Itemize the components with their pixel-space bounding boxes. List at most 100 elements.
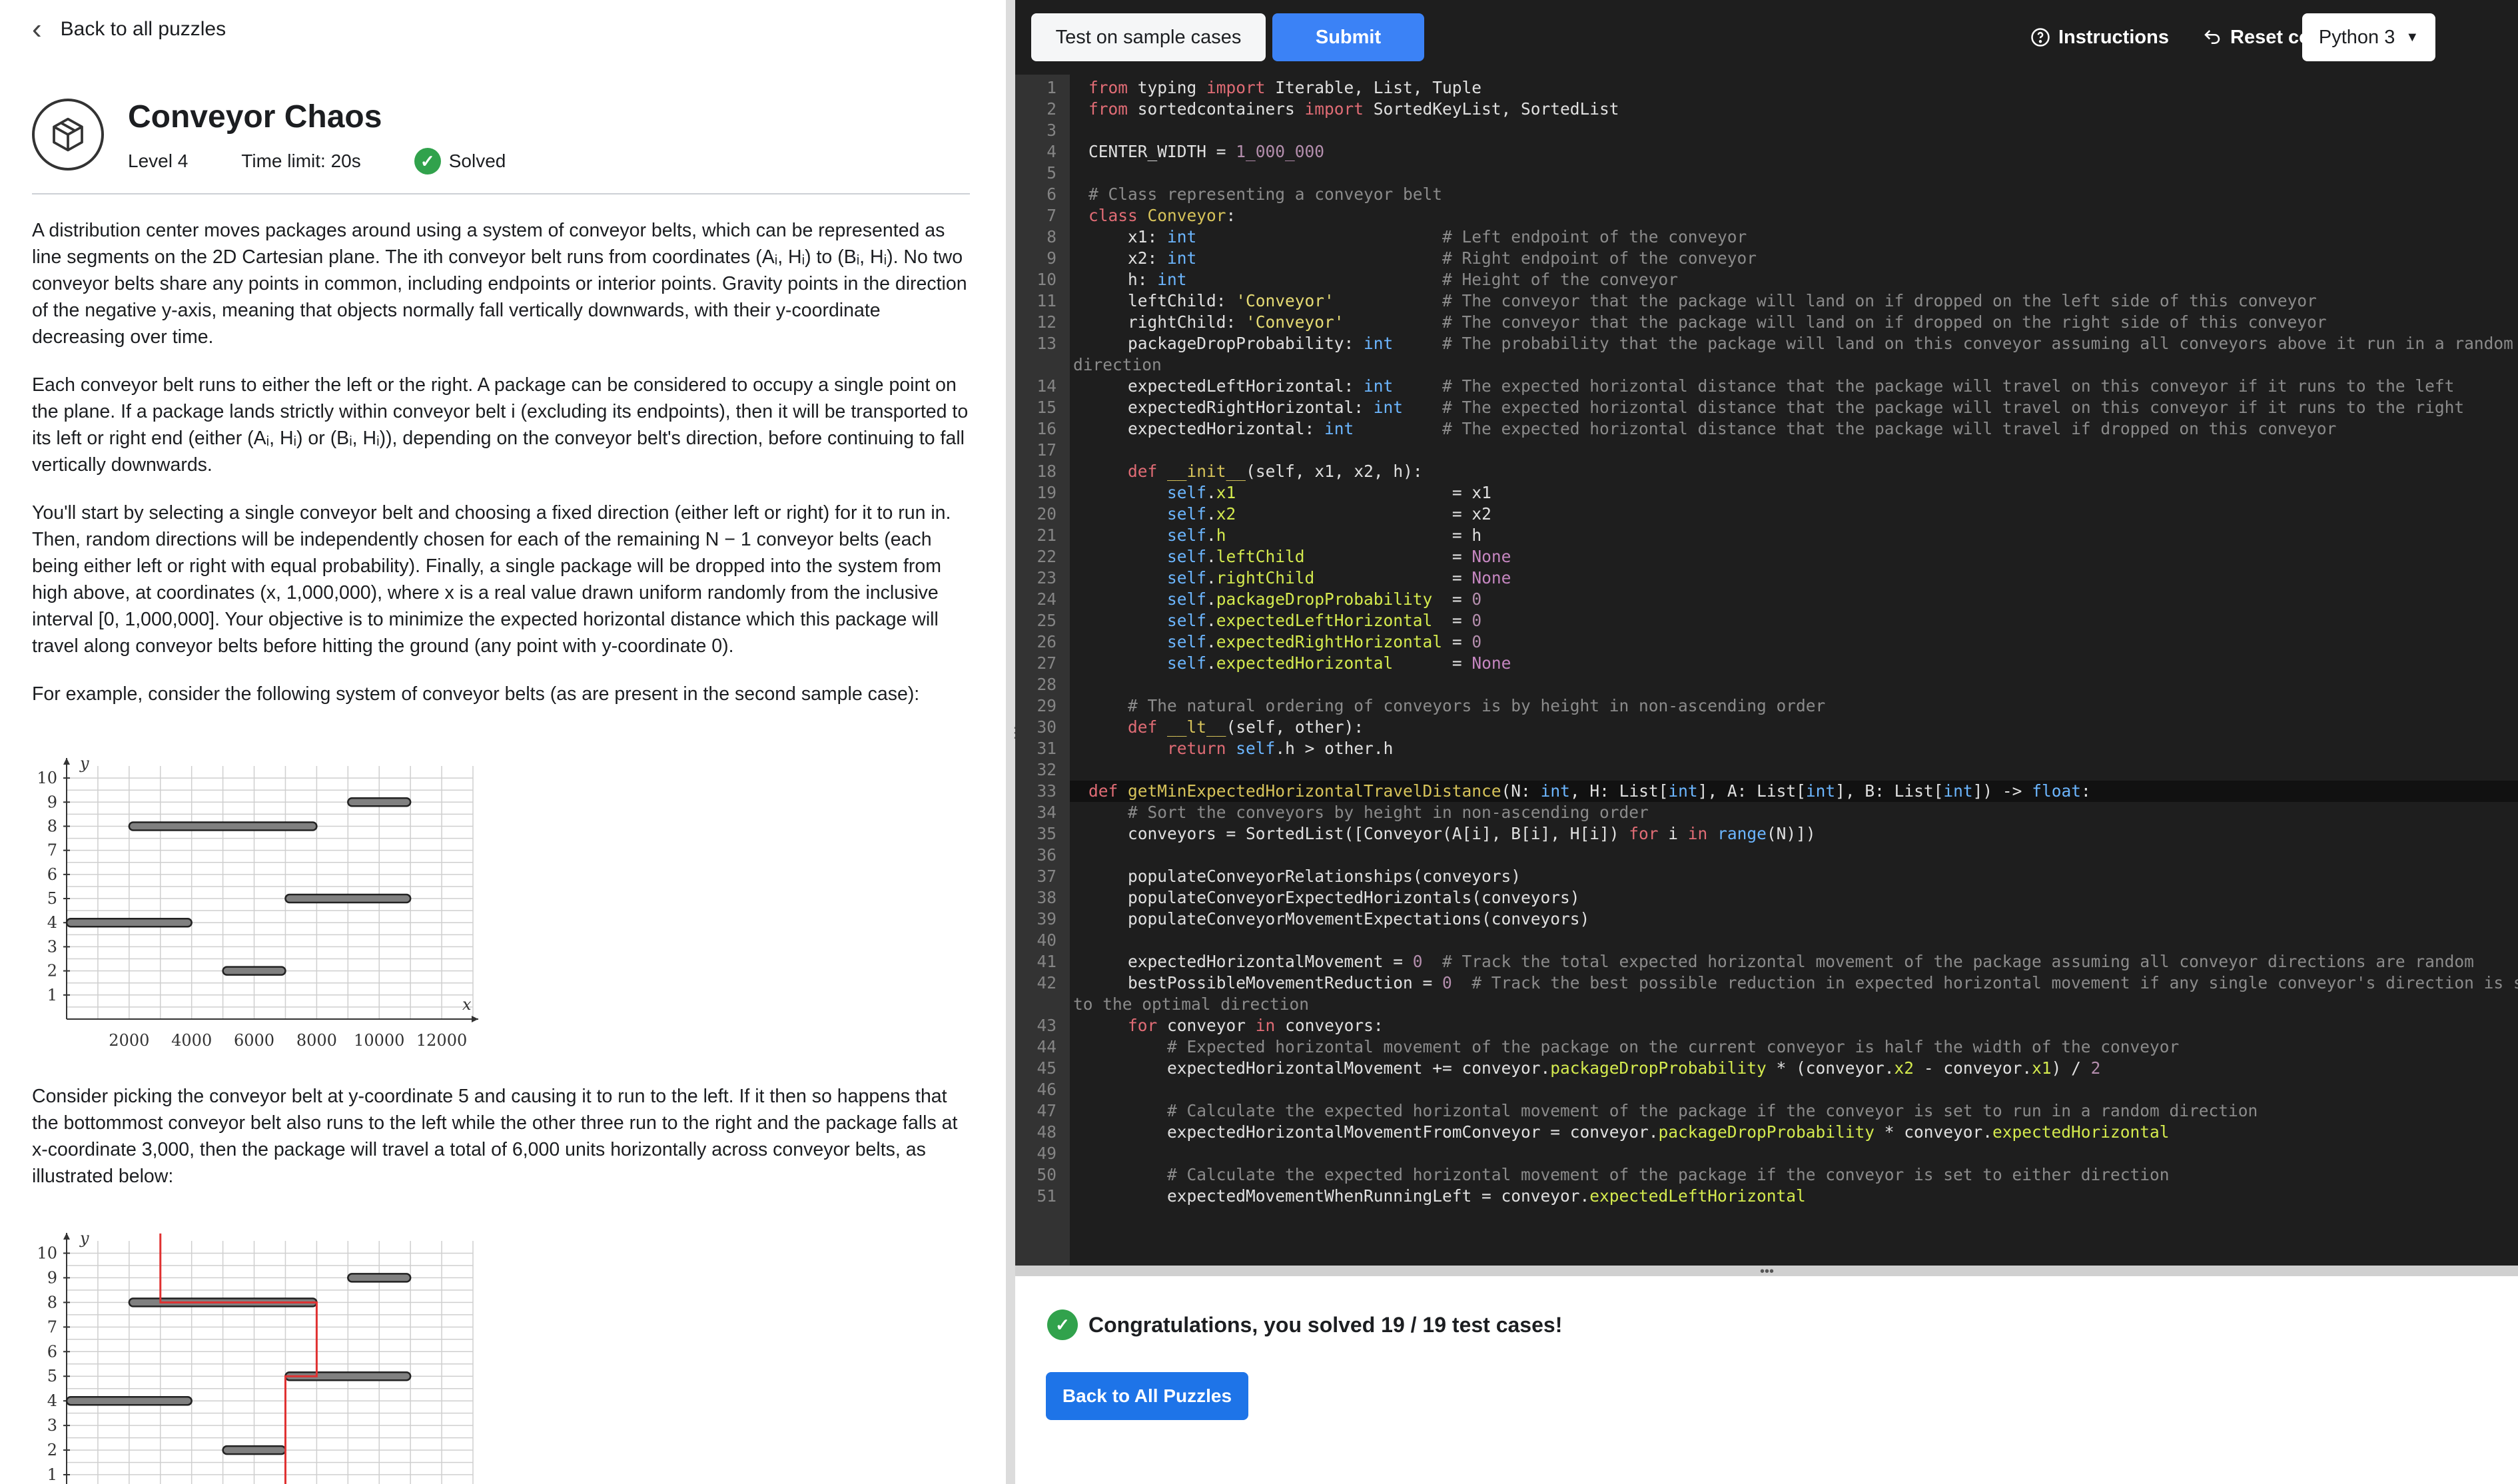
code-line: return self.h > other.h [1167, 739, 1394, 758]
solved-label: Solved [448, 151, 506, 171]
conveyor-belt [65, 917, 193, 928]
code-line: self.h = h [1167, 526, 1482, 545]
code-line: # The natural ordering of conveyors is b… [1128, 696, 1826, 715]
submit-button[interactable]: Submit [1272, 13, 1424, 61]
conveyor-belt [347, 797, 412, 807]
conveyor-belt [284, 893, 412, 904]
y-axis-label: y [79, 1229, 89, 1248]
code-line: def getMinExpectedHorizontalTravelDistan… [1088, 781, 2091, 801]
conveyor-belt [65, 1395, 193, 1406]
code-line: populateConveyorRelationships(conveyors) [1088, 867, 1521, 886]
puzzle-header: Conveyor Chaos Level 4 Time limit: 20s ✓… [32, 99, 970, 194]
code-line: def __init__(self, x1, x2, h): [1128, 462, 1423, 481]
y-tick-label: 8 [47, 1293, 57, 1311]
time-limit-label: Time limit: 20s [241, 151, 361, 171]
conveyor-diagram-1: 1 2 3 4 5 6 7 8 9 10 2000 4000 6000 8000 10000 12000 y x [37, 754, 478, 1050]
y-tick-label: 2 [47, 962, 57, 980]
code-line: direction [1073, 355, 1162, 374]
x-axis-label: x [462, 995, 472, 1014]
description-paragraph: Each conveyor belt runs to either the le… [32, 374, 969, 476]
drag-handle-icon[interactable]: ⋮ [1008, 725, 1023, 756]
y-tick-label: 1 [47, 986, 57, 1004]
question-circle-icon [2031, 28, 2050, 47]
code-line: conveyors = SortedList([Conveyor(A[i], B… [1088, 824, 1816, 843]
code-line: def __lt__(self, other): [1128, 717, 1364, 737]
y-tick-label: 9 [47, 793, 57, 811]
code-line: h: int # Height of the conveyor [1088, 270, 1679, 289]
code-line: expectedHorizontalMovement += conveyor.p… [1088, 1058, 2101, 1078]
instructions-button[interactable]: Instructions [2030, 13, 2169, 61]
y-tick-label: 10 [37, 769, 57, 787]
code-editor[interactable]: 1 2 3 4 5 6 7 8 9 10 11 12 13 14 15 16 1… [1015, 75, 2518, 1266]
instructions-label: Instructions [2058, 26, 2169, 48]
code-line: self.leftChild = None [1167, 547, 1511, 566]
example-explanation: Consider picking the conveyor belt at y-… [32, 1086, 958, 1187]
code-line: # Class representing a conveyor belt [1088, 185, 1443, 204]
problem-pane: ‹ Back to all puzzles Conveyor Chaos Lev… [0, 0, 1006, 1484]
code-line: packageDropProbability: int # The probab… [1088, 334, 2513, 353]
code-line: self.x1 = x1 [1167, 483, 1491, 502]
x-tick-label: 4000 [171, 1031, 212, 1050]
y-tick-label: 5 [47, 1367, 57, 1385]
level-label: Level 4 [128, 151, 189, 171]
conveyor-belt [222, 1445, 286, 1455]
y-tick-label: 6 [47, 865, 57, 884]
code-line: leftChild: 'Conveyor' # The conveyor tha… [1088, 291, 2317, 310]
success-message: ✓ Congratulations, you solved 19 / 19 te… [1047, 1309, 1562, 1340]
x-tick-label: 2000 [109, 1031, 149, 1050]
description-paragraph: You'll start by selecting a single conve… [32, 502, 951, 657]
cube-icon [32, 99, 104, 171]
y-tick-label: 2 [47, 1441, 57, 1459]
code-line: rightChild: 'Conveyor' # The conveyor th… [1088, 312, 2327, 332]
success-text: Congratulations, you solved 19 / 19 test… [1088, 1312, 1563, 1337]
conveyor-diagram-2: 1 2 3 4 5 6 7 8 9 10 y [37, 1229, 474, 1484]
y-tick-label: 4 [47, 1391, 57, 1410]
y-tick-label: 4 [47, 913, 57, 932]
code-line: self.packageDropProbability = 0 [1167, 589, 1482, 609]
y-tick-label: 7 [47, 841, 57, 860]
code-line: # Expected horizontal movement of the pa… [1167, 1037, 2180, 1056]
code-line: populateConveyorExpectedHorizontals(conv… [1088, 888, 1580, 907]
y-tick-label: 6 [47, 1342, 57, 1361]
code-line: from sortedcontainers import SortedKeyLi… [1088, 99, 1619, 119]
chevron-left-icon: ‹ [32, 13, 42, 45]
code-line: # Sort the conveyors by height in non-as… [1128, 803, 1649, 822]
y-tick-label: 1 [47, 1465, 57, 1484]
conveyor-belt [128, 821, 318, 831]
y-axis-arrow [63, 1233, 70, 1240]
language-value: Python 3 [2318, 26, 2395, 48]
conveyor-belt [222, 966, 286, 976]
puzzle-title: Conveyor Chaos [128, 99, 382, 135]
editor-toolbar: Test on sample cases Submit Instructions… [1015, 0, 2518, 75]
code-line: self.expectedLeftHorizontal = 0 [1167, 611, 1482, 630]
code-line: expectedLeftHorizontal: int # The expect… [1088, 376, 2455, 396]
puzzle-meta: Level 4 Time limit: 20s ✓ Solved [128, 148, 506, 175]
test-sample-cases-button[interactable]: Test on sample cases [1031, 13, 1266, 61]
solved-badge: ✓ Solved [414, 148, 506, 175]
code-line: expectedHorizontalMovementFromConveyor =… [1088, 1122, 2170, 1142]
code-line: x2: int # Right endpoint of the conveyor [1088, 248, 1757, 268]
back-to-all-puzzles-button[interactable]: Back to All Puzzles [1046, 1372, 1248, 1420]
editor-results-splitter[interactable]: ••• [1015, 1264, 2518, 1279]
y-tick-label: 9 [47, 1268, 57, 1287]
back-link-label: Back to all puzzles [60, 18, 226, 40]
language-select[interactable]: Python 3 ▼ [2302, 13, 2435, 61]
code-line: class Conveyor: [1088, 206, 1236, 225]
x-tick-label: 8000 [296, 1031, 337, 1050]
code-line: expectedRightHorizontal: int # The expec… [1088, 398, 2465, 417]
code-line: # Calculate the expected horizontal move… [1167, 1165, 2170, 1184]
pane-divider[interactable]: ⋮ [1006, 0, 1023, 1484]
code-line: self.expectedHorizontal = None [1167, 653, 1511, 673]
y-tick-label: 5 [47, 889, 57, 908]
check-circle-icon: ✓ [1047, 1309, 1078, 1340]
caret-down-icon: ▼ [2405, 29, 2419, 45]
code-line: # Calculate the expected horizontal move… [1167, 1101, 2258, 1120]
code-line: x1: int # Left endpoint of the conveyor [1088, 227, 1747, 246]
code-line: expectedHorizontal: int # The expected h… [1088, 419, 2337, 438]
description-paragraph: A distribution center moves packages aro… [32, 220, 967, 348]
code-line: expectedHorizontalMovement = 0 # Track t… [1088, 952, 2474, 971]
back-to-puzzles-link[interactable]: ‹ Back to all puzzles [32, 13, 226, 45]
y-axis-arrow [63, 758, 70, 765]
y-tick-label: 7 [47, 1317, 57, 1336]
code-line: populateConveyorMovementExpectations(con… [1088, 909, 1590, 928]
